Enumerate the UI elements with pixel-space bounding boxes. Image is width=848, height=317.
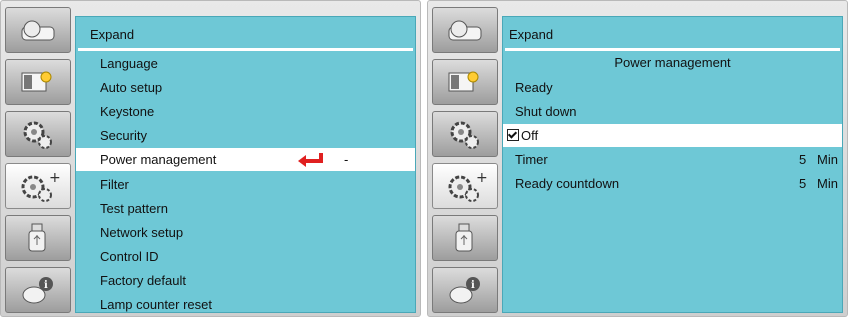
menu-item-filter[interactable]: Filter (76, 173, 415, 196)
menu-item-test-pattern[interactable]: Test pattern (76, 197, 415, 220)
checkbox-checked-icon (507, 129, 519, 141)
menu-item-control-id[interactable]: Control ID (76, 245, 415, 268)
setup-gear-icon (23, 121, 52, 149)
menu-item-power-management[interactable]: Power management - (76, 148, 415, 171)
menu-content: Expand Language Auto setup Keystone Secu… (75, 16, 416, 313)
submenu-title: Power management (614, 55, 731, 70)
sidebar-tab-usb[interactable] (5, 215, 71, 261)
menu-content: Expand Power management Ready Shut down … (502, 16, 843, 313)
sidebar-tab-info[interactable]: i (432, 267, 498, 313)
svg-text:+: + (49, 170, 61, 186)
sidebar-tab-setup[interactable] (432, 111, 498, 157)
svg-text:i: i (471, 280, 475, 291)
ready-countdown-row[interactable]: Ready countdown 5 Min (503, 172, 842, 195)
menu-item-language[interactable]: Language (76, 52, 415, 75)
menu-item-auto-setup[interactable]: Auto setup (76, 76, 415, 99)
menu-item-keystone[interactable]: Keystone (76, 100, 415, 123)
sidebar-tab-expand[interactable]: + (5, 163, 71, 209)
menu-item-network-setup[interactable]: Network setup (76, 221, 415, 244)
sidebar: + i (5, 7, 71, 313)
sidebar-tab-info[interactable]: i (5, 267, 71, 313)
sidebar-tab-setup[interactable] (5, 111, 71, 157)
right-menu-panel: + i Expand Power management Ready Shut d… (427, 0, 848, 317)
menu-item-factory-default[interactable]: Factory default (76, 269, 415, 292)
information-icon: i (449, 277, 480, 304)
menu-item-security[interactable]: Security (76, 124, 415, 147)
timer-value: 5 Min (798, 152, 838, 167)
usb-drive-icon (28, 223, 46, 252)
ready-countdown-value: 5 Min (798, 176, 838, 191)
title-divider (78, 48, 413, 51)
information-icon: i (22, 277, 53, 304)
menu-item-lamp-counter-reset[interactable]: Lamp counter reset (76, 293, 415, 316)
expand-gear-plus-icon: + (21, 170, 61, 202)
setup-gear-icon (450, 121, 479, 149)
image-adjust-icon (21, 71, 52, 92)
timer-row[interactable]: Timer 5 Min (503, 148, 842, 171)
left-menu-panel: + i Expand Language Auto setup Keystone … (0, 0, 421, 317)
option-shut-down[interactable]: Shut down (503, 100, 842, 123)
sidebar-tab-projector[interactable] (5, 7, 71, 53)
menu-title: Expand (509, 27, 554, 42)
title-divider (505, 48, 840, 51)
sidebar-tab-image[interactable] (432, 59, 498, 105)
image-adjust-icon (448, 71, 479, 92)
sidebar-tab-image[interactable] (5, 59, 71, 105)
enter-arrow-icon (298, 153, 323, 167)
expand-gear-plus-icon: + (448, 170, 488, 202)
sidebar: + i (432, 7, 498, 313)
dash-mark: - (344, 152, 349, 167)
projector-icon (21, 20, 55, 41)
sidebar-tab-expand[interactable]: + (432, 163, 498, 209)
sidebar-tab-usb[interactable] (432, 215, 498, 261)
projector-icon (448, 20, 482, 41)
menu-title: Expand (90, 27, 135, 42)
option-ready[interactable]: Ready (503, 76, 842, 99)
usb-drive-icon (455, 223, 473, 252)
option-off[interactable]: Off (503, 124, 842, 147)
sidebar-tab-projector[interactable] (432, 7, 498, 53)
svg-text:+: + (476, 170, 488, 186)
svg-text:i: i (44, 280, 48, 291)
